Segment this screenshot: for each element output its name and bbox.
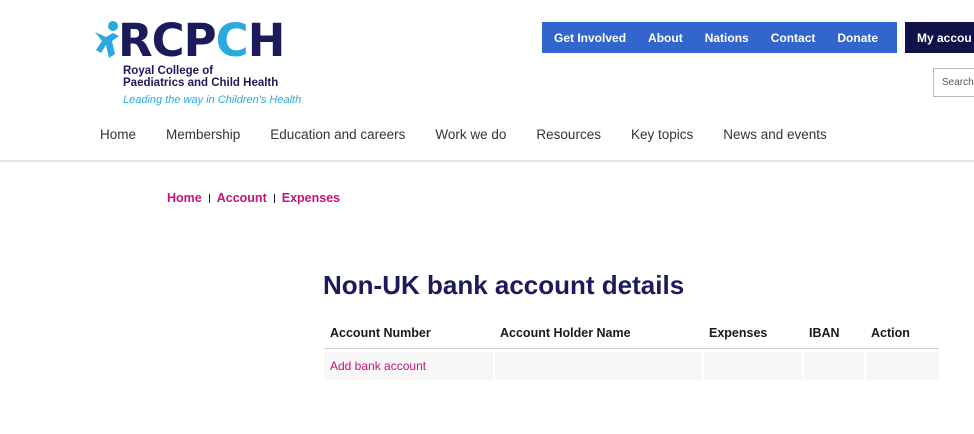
top-nav-contact[interactable]: Contact: [760, 31, 827, 45]
main-nav-home[interactable]: Home: [100, 127, 136, 142]
page-title: Non-UK bank account details: [323, 270, 685, 300]
breadcrumb-expenses[interactable]: Expenses: [282, 191, 340, 205]
logo-line-2: Paediatrics and Child Health: [123, 77, 279, 89]
column-header-account-number: Account Number: [324, 320, 494, 349]
breadcrumb-separator: [273, 193, 275, 203]
top-nav-get-involved[interactable]: Get Involved: [542, 31, 637, 45]
table-cell: Add bank account: [324, 352, 495, 380]
column-header-action: Action: [865, 320, 939, 349]
rcpch-logo[interactable]: RCPCH Royal College of Paediatrics and C…: [93, 16, 303, 111]
breadcrumb: Home Account Expenses: [167, 191, 340, 205]
table-row: Add bank account: [324, 352, 939, 380]
top-nav-about[interactable]: About: [637, 31, 694, 45]
table-cell: [494, 352, 704, 380]
column-header-expenses: Expenses: [703, 320, 803, 349]
main-nav-resources[interactable]: Resources: [536, 127, 601, 142]
column-header-account-holder-name: Account Holder Name: [494, 320, 703, 349]
logo-tagline: Leading the way in Children's Health: [123, 94, 302, 106]
main-nav-work-we-do[interactable]: Work we do: [435, 127, 506, 142]
my-account-button[interactable]: My accou: [905, 22, 974, 53]
bank-accounts-table: Account Number Account Holder Name Expen…: [324, 320, 939, 380]
breadcrumb-home[interactable]: Home: [167, 191, 202, 205]
top-nav-nations[interactable]: Nations: [694, 31, 760, 45]
main-nav: Home Membership Education and careers Wo…: [100, 127, 857, 142]
add-bank-account-link[interactable]: Add bank account: [330, 359, 426, 373]
main-nav-key-topics[interactable]: Key topics: [631, 127, 693, 142]
table-cell: [803, 352, 866, 380]
logo-line-1: Royal College of: [123, 65, 214, 77]
top-nav-donate[interactable]: Donate: [826, 31, 889, 45]
column-header-iban: IBAN: [803, 320, 865, 349]
search-input[interactable]: [933, 68, 974, 97]
child-figure-icon: [95, 21, 119, 58]
nav-divider: [0, 160, 974, 162]
table-header-row: Account Number Account Holder Name Expen…: [324, 320, 939, 349]
top-utility-nav: Get Involved About Nations Contact Donat…: [542, 22, 897, 53]
breadcrumb-separator: [208, 193, 210, 203]
logo-wordmark: RCPCH: [118, 14, 285, 67]
main-nav-membership[interactable]: Membership: [166, 127, 240, 142]
table-cell: [865, 352, 939, 380]
main-nav-education-and-careers[interactable]: Education and careers: [270, 127, 405, 142]
main-nav-news-and-events[interactable]: News and events: [723, 127, 827, 142]
table-cell: [703, 352, 804, 380]
breadcrumb-account[interactable]: Account: [217, 191, 267, 205]
